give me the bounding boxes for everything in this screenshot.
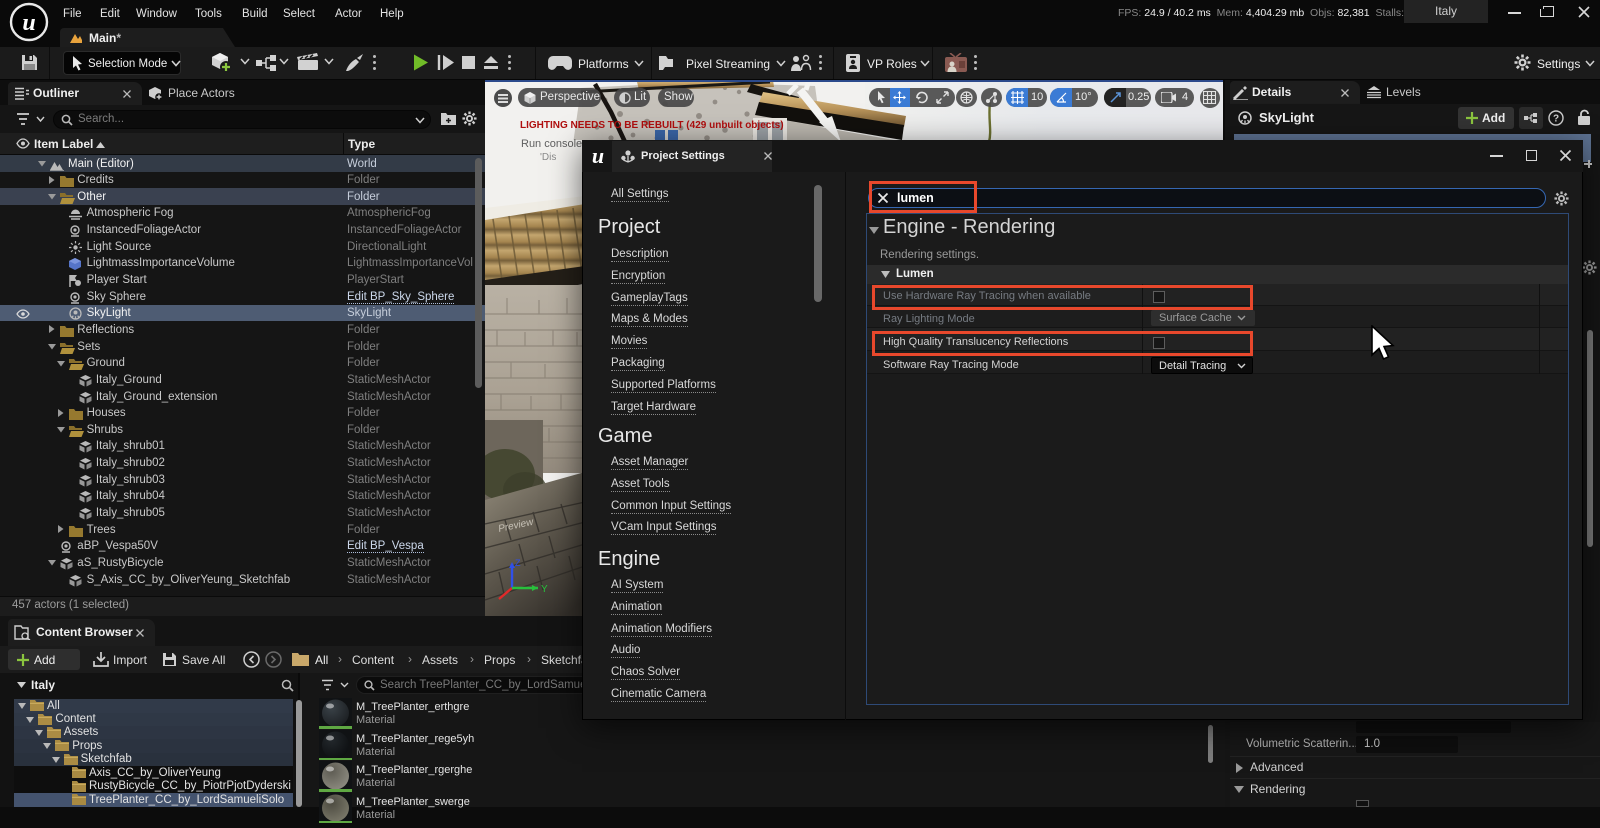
svg-text:u: u	[22, 10, 35, 36]
svg-text:?: ?	[1553, 114, 1559, 125]
svg-text:Z: Z	[515, 558, 521, 568]
svg-text:Y: Y	[541, 584, 548, 595]
svg-text:u: u	[592, 143, 604, 168]
